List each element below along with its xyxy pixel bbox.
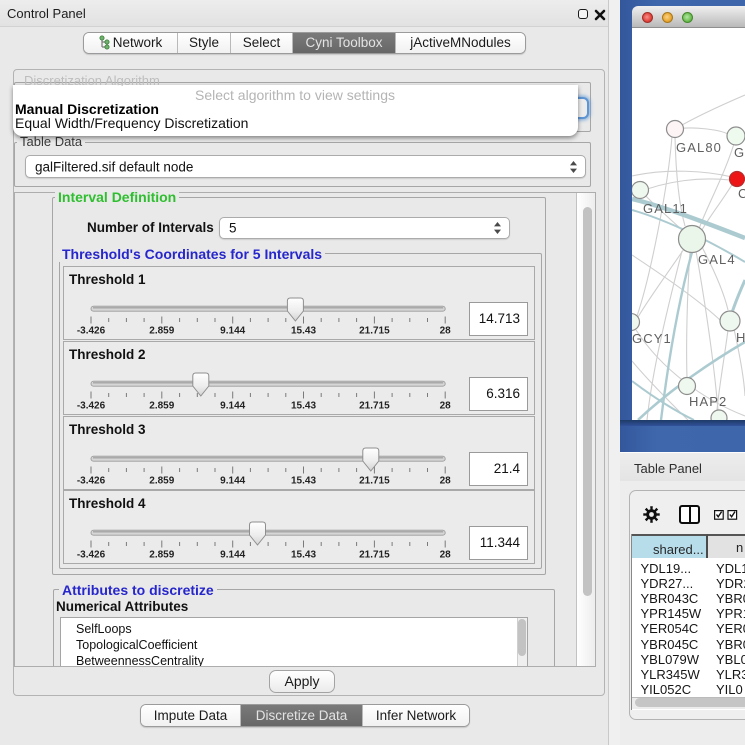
svg-text:28: 28 <box>440 400 452 411</box>
svg-text:21.715: 21.715 <box>359 550 390 561</box>
svg-text:15.43: 15.43 <box>291 325 316 336</box>
svg-text:2.859: 2.859 <box>149 325 174 336</box>
svg-text:15.43: 15.43 <box>291 475 316 486</box>
svg-text:21.715: 21.715 <box>359 325 390 336</box>
svg-text:9.144: 9.144 <box>220 475 245 486</box>
svg-text:GCY1: GCY1 <box>632 331 672 346</box>
svg-text:H: H <box>736 330 745 345</box>
svg-text:-3.426: -3.426 <box>77 400 106 411</box>
svg-text:2.859: 2.859 <box>149 550 174 561</box>
svg-text:21.715: 21.715 <box>359 475 390 486</box>
svg-text:9.144: 9.144 <box>220 550 245 561</box>
svg-text:28: 28 <box>440 475 452 486</box>
svg-text:GAL4: GAL4 <box>698 252 736 267</box>
svg-text:9.144: 9.144 <box>220 325 245 336</box>
svg-text:G...: G... <box>734 145 745 160</box>
svg-text:15.43: 15.43 <box>291 550 316 561</box>
svg-text:21.715: 21.715 <box>359 400 390 411</box>
svg-text:-3.426: -3.426 <box>77 550 106 561</box>
svg-text:GAL80: GAL80 <box>676 140 722 155</box>
svg-text:9.144: 9.144 <box>220 400 245 411</box>
svg-text:GAL11: GAL11 <box>643 201 688 216</box>
svg-text:-3.426: -3.426 <box>77 475 106 486</box>
svg-text:2.859: 2.859 <box>149 475 174 486</box>
svg-text:28: 28 <box>440 550 452 561</box>
svg-text:C: C <box>738 186 745 201</box>
svg-text:15.43: 15.43 <box>291 400 316 411</box>
svg-text:2.859: 2.859 <box>149 400 174 411</box>
svg-text:HAP2: HAP2 <box>689 394 727 409</box>
svg-text:28: 28 <box>440 325 452 336</box>
svg-text:-3.426: -3.426 <box>77 325 106 336</box>
